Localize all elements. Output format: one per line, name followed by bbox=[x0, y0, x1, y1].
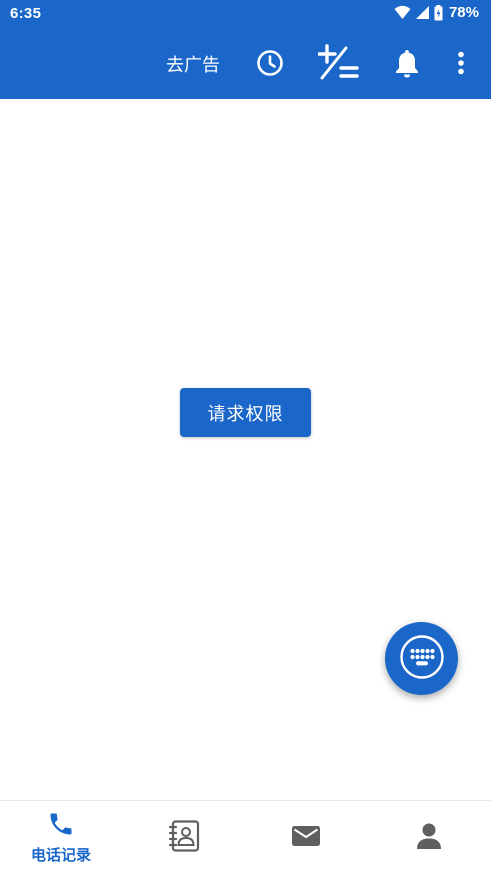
plus-minus-icon[interactable] bbox=[317, 44, 360, 86]
bell-icon[interactable] bbox=[395, 48, 419, 82]
wifi-icon bbox=[394, 5, 411, 20]
nav-item-profile[interactable] bbox=[368, 801, 490, 874]
remove-ads-button[interactable]: 去广告 bbox=[166, 51, 220, 77]
dialpad-icon bbox=[399, 634, 445, 684]
status-bar: 6:35 78% bbox=[0, 0, 491, 27]
phone-icon bbox=[47, 810, 75, 842]
dialpad-fab[interactable] bbox=[385, 622, 458, 695]
nav-label-call-log: 电话记录 bbox=[30, 846, 91, 864]
contacts-book-icon bbox=[167, 819, 201, 857]
nav-item-messages[interactable] bbox=[245, 801, 367, 874]
nav-item-call-log[interactable]: 电话记录 bbox=[0, 801, 122, 874]
status-time: 6:35 bbox=[10, 5, 42, 22]
battery-percent: 78% bbox=[448, 4, 479, 21]
bottom-navigation: 电话记录 bbox=[0, 800, 491, 874]
battery-icon bbox=[434, 4, 443, 21]
mail-icon bbox=[291, 824, 321, 852]
person-icon bbox=[416, 822, 442, 854]
more-vert-icon[interactable] bbox=[457, 51, 465, 79]
nav-item-contacts[interactable] bbox=[123, 801, 245, 874]
main-content: 请求权限 bbox=[0, 99, 491, 800]
status-icons: 78% bbox=[394, 4, 479, 21]
signal-icon bbox=[415, 5, 430, 20]
request-permission-button[interactable]: 请求权限 bbox=[180, 388, 311, 437]
app-bar: 去广告 bbox=[0, 27, 491, 99]
clock-icon[interactable] bbox=[256, 49, 284, 81]
